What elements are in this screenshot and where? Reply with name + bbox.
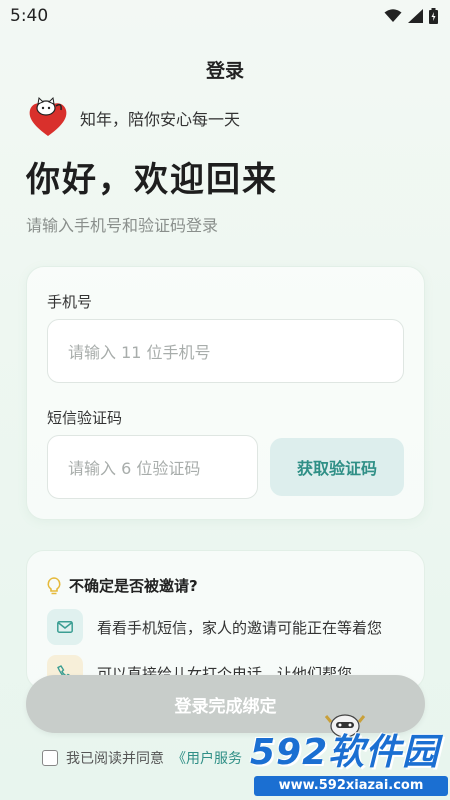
heart-cat-logo-icon [29,96,67,136]
phone-input[interactable]: 请输入 11 位手机号 [47,319,404,383]
agreement-text: 我已阅读并同意 [66,751,164,767]
phone-label: 手机号 [47,293,93,311]
brand-row: 知年，陪你安心每一天 [26,96,240,140]
agreement-checkbox[interactable] [42,750,58,766]
battery-icon [429,8,438,24]
page-title: 登录 [205,60,244,82]
brand-slogan: 知年，陪你安心每一天 [80,110,241,129]
invite-tips-card: 不确定是否被邀请? 看看手机短信，家人的邀请可能正在等着您 可以直接给儿女打个电… [26,550,425,690]
greeting-title: 你好，欢迎回来 [26,160,278,200]
status-bar: 5:40 [0,0,450,32]
get-code-button[interactable]: 获取验证码 [270,438,404,496]
mail-icon [47,609,83,645]
phone-input-placeholder: 请输入 11 位手机号 [68,343,211,362]
tips-title: 不确定是否被邀请? [69,577,198,595]
user-service-link[interactable]: 《用户服务 [172,748,242,768]
watermark: 592软件园 www.592xiazai.com [250,726,450,800]
status-time: 5:40 [10,6,49,26]
greeting-subtitle: 请输入手机号和验证码登录 [26,216,219,235]
watermark-logo: 592软件园 [250,732,440,773]
watermark-url: www.592xiazai.com [254,776,448,796]
lightbulb-icon [47,576,61,594]
code-input[interactable]: 请输入 6 位验证码 [47,435,258,499]
signal-icon [408,9,423,23]
agreement-row: 我已阅读并同意 《用户服务 [42,748,242,768]
tip-item: 看看手机短信，家人的邀请可能正在等着您 [47,609,382,645]
status-icons [384,8,438,24]
code-input-placeholder: 请输入 6 位验证码 [68,459,201,478]
code-label: 短信验证码 [47,409,123,427]
wifi-icon [384,9,402,22]
tips-header: 不确定是否被邀请? [47,575,198,596]
login-form-card: 手机号 请输入 11 位手机号 短信验证码 请输入 6 位验证码 获取验证码 [26,266,425,520]
tip-text: 看看手机短信，家人的邀请可能正在等着您 [97,618,383,637]
